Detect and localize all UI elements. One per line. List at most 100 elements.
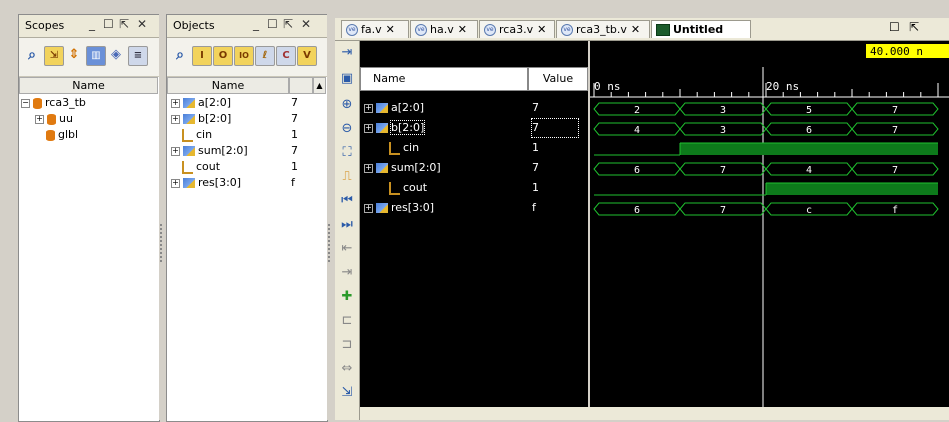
previous-marker-icon[interactable]: ⊏: [339, 313, 355, 329]
expand-icon[interactable]: +: [364, 163, 373, 173]
output-filter-icon[interactable]: O: [213, 46, 233, 66]
bus-segment-value: 7: [892, 125, 898, 136]
object-value: 7: [291, 96, 298, 109]
bit-signal-icon: [182, 160, 193, 174]
variable-filter-icon[interactable]: V: [297, 46, 317, 66]
objects-col-name[interactable]: Name: [167, 77, 289, 94]
collapse-all-icon[interactable]: ⇲: [44, 46, 64, 66]
bit-high-fill: [852, 143, 938, 155]
go-to-end-icon[interactable]: ⏭: [339, 217, 355, 233]
scope-label: rca3_tb: [45, 96, 86, 109]
tab-label: rca3.v: [499, 23, 534, 36]
zoom-out-icon[interactable]: ⊖: [339, 121, 355, 137]
expand-icon[interactable]: +: [364, 123, 373, 133]
scope-item-glbl[interactable]: glbl: [35, 127, 78, 143]
close-icon[interactable]: ✕: [386, 23, 395, 36]
expand-icon[interactable]: +: [364, 203, 373, 213]
object-row-b[interactable]: + b[2:0] 7: [171, 111, 321, 127]
wave-signal-cin[interactable]: cin: [364, 139, 419, 157]
object-row-res[interactable]: + res[3:0] f: [171, 175, 321, 191]
expand-icon[interactable]: +: [171, 146, 180, 156]
splitter-right[interactable]: [327, 14, 332, 420]
close-icon[interactable]: ✕: [631, 23, 640, 36]
tab-label: rca3_tb.v: [576, 23, 627, 36]
close-icon[interactable]: ✕: [301, 17, 311, 31]
wave-signal-sum[interactable]: + sum[2:0]: [364, 159, 441, 177]
go-to-start-icon[interactable]: ⏮: [339, 193, 355, 209]
bus-segment-value: 4: [634, 125, 640, 136]
snap-to-transition-icon[interactable]: ⇲: [339, 385, 355, 401]
minimize-icon[interactable]: _: [89, 17, 95, 31]
float-icon[interactable]: ⇱: [909, 20, 919, 34]
zoom-fit-icon[interactable]: ⛶: [339, 145, 355, 161]
cursor-to-zero-icon[interactable]: ⎍: [339, 169, 355, 185]
close-icon[interactable]: ✕: [137, 17, 147, 31]
search-icon[interactable]: ⌕: [23, 46, 41, 64]
tab-rca3-tb-v[interactable]: ve rca3_tb.v ✕: [556, 20, 650, 38]
expand-icon[interactable]: +: [35, 114, 44, 124]
objects-scroll-up[interactable]: ▲: [313, 77, 326, 94]
expand-icon[interactable]: +: [171, 114, 180, 124]
object-row-sum[interactable]: + sum[2:0] 7: [171, 143, 321, 159]
wave-signal-name: cout: [403, 181, 428, 194]
expand-all-icon[interactable]: ⇕: [65, 46, 83, 64]
splitter-left[interactable]: [159, 14, 164, 420]
waveform-canvas[interactable]: 40.000 n 0 ns 20 ns 2 3 5 7 4 3 6 7 6 7 4 7 6 7 c f: [590, 41, 949, 420]
internal-signal-filter-icon[interactable]: ℓ: [255, 46, 275, 66]
scopes-col-name[interactable]: Name: [19, 77, 158, 94]
wave-signal-b[interactable]: + b[2:0]: [364, 119, 426, 137]
scope-item-uu[interactable]: + uu: [35, 111, 73, 127]
swap-cursors-icon[interactable]: ⇔: [339, 361, 355, 377]
objects-col-value[interactable]: [289, 77, 313, 94]
bus-signal-icon: [376, 163, 388, 173]
search-icon[interactable]: ⌕: [171, 46, 189, 64]
waveform-svg[interactable]: 40.000 n 0 ns 20 ns 2 3 5 7 4 3 6 7 6 7 4 7 6 7 c f: [590, 41, 949, 420]
object-row-a[interactable]: + a[2:0] 7: [171, 95, 321, 111]
show-modules-icon[interactable]: ◈: [107, 46, 125, 64]
tab-untitled-1[interactable]: Untitled 1✕: [651, 20, 751, 54]
wave-col-value[interactable]: Value: [528, 67, 588, 91]
minimize-icon[interactable]: _: [253, 17, 259, 31]
show-processes-icon[interactable]: ≡: [128, 46, 148, 66]
constant-filter-icon[interactable]: C: [276, 46, 296, 66]
next-transition-icon[interactable]: ⇥: [339, 265, 355, 281]
wave-col-name[interactable]: Name: [360, 67, 528, 91]
wave-value: 1: [532, 181, 539, 194]
tab-rca3-v[interactable]: ve rca3.v ✕: [479, 20, 555, 38]
inout-filter-icon[interactable]: IO: [234, 46, 254, 66]
cursor-time-label: 40.000 n: [870, 45, 923, 58]
maximize-icon[interactable]: ☐: [103, 17, 114, 31]
tab-ha-v[interactable]: ve ha.v ✕: [410, 20, 478, 38]
maximize-icon[interactable]: ☐: [267, 17, 278, 31]
previous-transition-icon[interactable]: ⇤: [339, 241, 355, 257]
expand-icon[interactable]: +: [171, 98, 180, 108]
wave-signal-cout[interactable]: cout: [364, 179, 427, 197]
editor-tab-bar: ve fa.v ✕ ve ha.v ✕ ve rca3.v ✕ ve rca3_tb.v ✕ U…: [335, 18, 949, 54]
expand-icon[interactable]: +: [364, 103, 373, 113]
save-icon[interactable]: ▣: [339, 71, 355, 87]
close-icon[interactable]: ✕: [458, 23, 467, 36]
bus-segment-value: f: [892, 205, 898, 216]
float-icon[interactable]: ⇱: [283, 17, 293, 31]
object-row-cout[interactable]: cout 1: [171, 159, 321, 175]
expand-icon[interactable]: +: [171, 178, 180, 188]
wave-signal-a[interactable]: + a[2:0]: [364, 99, 424, 117]
wave-horizontal-scrollbar[interactable]: [360, 407, 949, 420]
object-row-cin[interactable]: cin 1: [171, 127, 321, 143]
wave-vertical-toolbar: ⇥ ▣ ⊕ ⊖ ⛶ ⎍ ⏮ ⏭ ⇤ ⇥ ✚ ⊏ ⊐ ⇔ ⇲: [335, 41, 360, 420]
close-icon[interactable]: ✕: [537, 23, 546, 36]
zoom-in-icon[interactable]: ⊕: [339, 97, 355, 113]
show-blocks-icon[interactable]: ▥: [86, 46, 106, 66]
next-marker-icon[interactable]: ⊐: [339, 337, 355, 353]
scope-module-icon: [47, 113, 56, 125]
float-icon[interactable]: ⇱: [119, 17, 129, 31]
input-filter-icon[interactable]: I: [192, 46, 212, 66]
wave-signal-res[interactable]: + res[3:0]: [364, 199, 434, 217]
add-marker-icon[interactable]: ✚: [339, 289, 355, 305]
maximize-icon[interactable]: ☐: [889, 20, 900, 34]
goto-cursor-icon[interactable]: ⇥: [339, 45, 355, 61]
collapse-icon[interactable]: −: [21, 98, 30, 108]
tab-fa-v[interactable]: ve fa.v ✕: [341, 20, 409, 38]
verilog-file-icon: ve: [346, 24, 358, 36]
scope-item-rca3-tb[interactable]: − rca3_tb: [21, 95, 86, 111]
